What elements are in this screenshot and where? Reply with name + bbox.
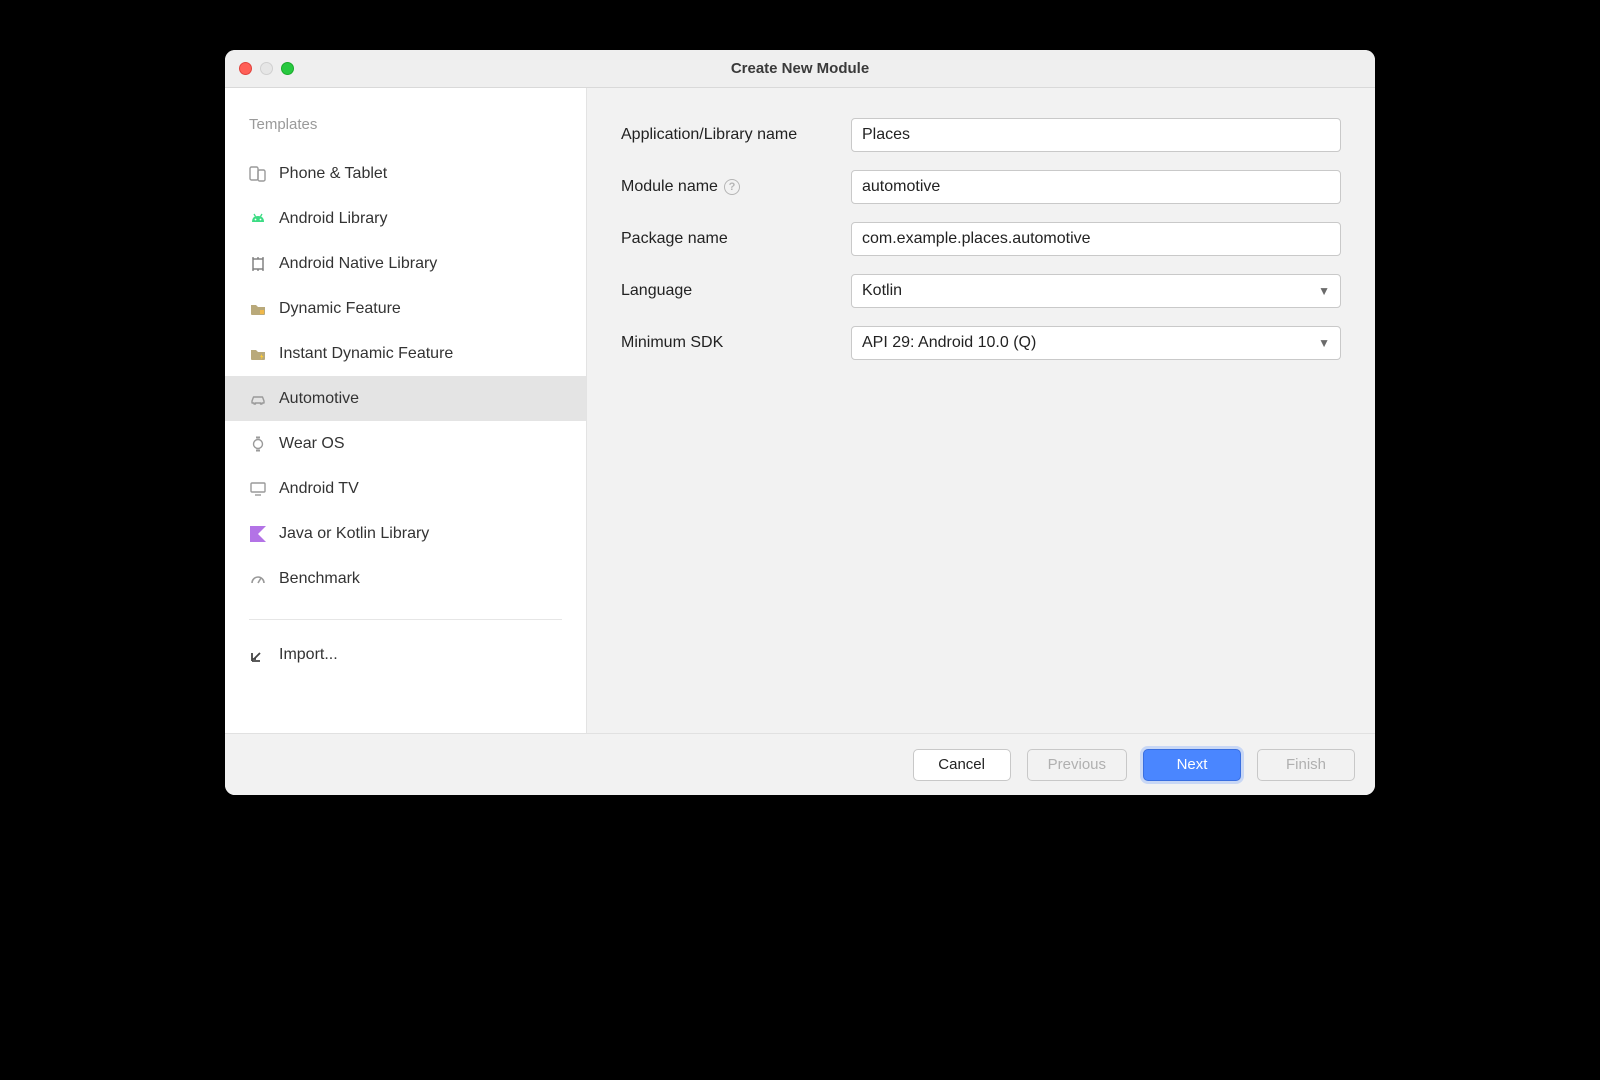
sidebar-item-label: Android TV: [279, 480, 359, 498]
select-value: API 29: Android 10.0 (Q): [862, 334, 1036, 352]
close-icon[interactable]: [239, 62, 252, 75]
sidebar-item-automotive[interactable]: Automotive: [225, 376, 586, 421]
sidebar-item-label: Dynamic Feature: [279, 300, 401, 318]
titlebar: Create New Module: [225, 50, 1375, 88]
package-name-input[interactable]: [851, 222, 1341, 256]
row-package-name: Package name: [621, 222, 1341, 256]
chevron-down-icon: ▼: [1318, 284, 1330, 298]
row-app-name: Application/Library name: [621, 118, 1341, 152]
sidebar-item-instant-dynamic-feature[interactable]: Instant Dynamic Feature: [225, 331, 586, 376]
previous-button: Previous: [1027, 749, 1127, 781]
sidebar-item-phone-tablet[interactable]: Phone & Tablet: [225, 151, 586, 196]
sidebar-item-label: Phone & Tablet: [279, 165, 387, 183]
row-language: Language Kotlin ▼: [621, 274, 1341, 308]
help-icon[interactable]: ?: [724, 179, 740, 195]
templates-sidebar: Templates Phone & Tablet Android Library…: [225, 88, 587, 733]
window-title: Create New Module: [225, 60, 1375, 77]
next-button[interactable]: Next: [1143, 749, 1241, 781]
sidebar-item-label: Android Library: [279, 210, 388, 228]
label-min-sdk: Minimum SDK: [621, 334, 851, 352]
label-package-name: Package name: [621, 230, 851, 248]
sidebar-item-benchmark[interactable]: Benchmark: [225, 556, 586, 601]
gauge-icon: [249, 570, 267, 588]
sidebar-item-label: Instant Dynamic Feature: [279, 345, 453, 363]
form-panel: Application/Library name Module name ? P…: [587, 88, 1375, 733]
sidebar-item-dynamic-feature[interactable]: Dynamic Feature: [225, 286, 586, 331]
language-select[interactable]: Kotlin ▼: [851, 274, 1341, 308]
dialog-window: Create New Module Templates Phone & Tabl…: [225, 50, 1375, 795]
finish-button: Finish: [1257, 749, 1355, 781]
dialog-body: Templates Phone & Tablet Android Library…: [225, 88, 1375, 733]
minimize-icon: [260, 62, 273, 75]
module-name-input[interactable]: [851, 170, 1341, 204]
chevron-down-icon: ▼: [1318, 336, 1330, 350]
sidebar-item-label: Import...: [279, 646, 338, 664]
folder-bolt-icon: [249, 345, 267, 363]
tv-icon: [249, 480, 267, 498]
sidebar-item-label: Benchmark: [279, 570, 360, 588]
app-name-input[interactable]: [851, 118, 1341, 152]
sidebar-heading: Templates: [225, 116, 586, 151]
devices-icon: [249, 165, 267, 183]
sidebar-item-label: Android Native Library: [279, 255, 437, 273]
label-module-name: Module name ?: [621, 178, 851, 196]
sidebar-item-wear-os[interactable]: Wear OS: [225, 421, 586, 466]
row-min-sdk: Minimum SDK API 29: Android 10.0 (Q) ▼: [621, 326, 1341, 360]
sidebar-item-label: Automotive: [279, 390, 359, 408]
dialog-footer: Cancel Previous Next Finish: [225, 733, 1375, 795]
sidebar-item-android-native-library[interactable]: Android Native Library: [225, 241, 586, 286]
sidebar-item-android-tv[interactable]: Android TV: [225, 466, 586, 511]
sidebar-item-label: Java or Kotlin Library: [279, 525, 429, 543]
label-app-name: Application/Library name: [621, 126, 851, 144]
sidebar-item-label: Wear OS: [279, 435, 345, 453]
sidebar-item-android-library[interactable]: Android Library: [225, 196, 586, 241]
import-icon: [249, 646, 267, 664]
folder-icon: [249, 300, 267, 318]
kotlin-icon: [249, 525, 267, 543]
sidebar-item-import[interactable]: Import...: [225, 632, 586, 677]
android-icon: [249, 210, 267, 228]
sidebar-separator: [249, 619, 562, 620]
sidebar-item-java-kotlin-library[interactable]: Java or Kotlin Library: [225, 511, 586, 556]
cancel-button[interactable]: Cancel: [913, 749, 1011, 781]
watch-icon: [249, 435, 267, 453]
native-icon: [249, 255, 267, 273]
select-value: Kotlin: [862, 282, 902, 300]
zoom-icon[interactable]: [281, 62, 294, 75]
min-sdk-select[interactable]: API 29: Android 10.0 (Q) ▼: [851, 326, 1341, 360]
label-language: Language: [621, 282, 851, 300]
car-icon: [249, 390, 267, 408]
window-controls: [239, 62, 294, 75]
row-module-name: Module name ?: [621, 170, 1341, 204]
